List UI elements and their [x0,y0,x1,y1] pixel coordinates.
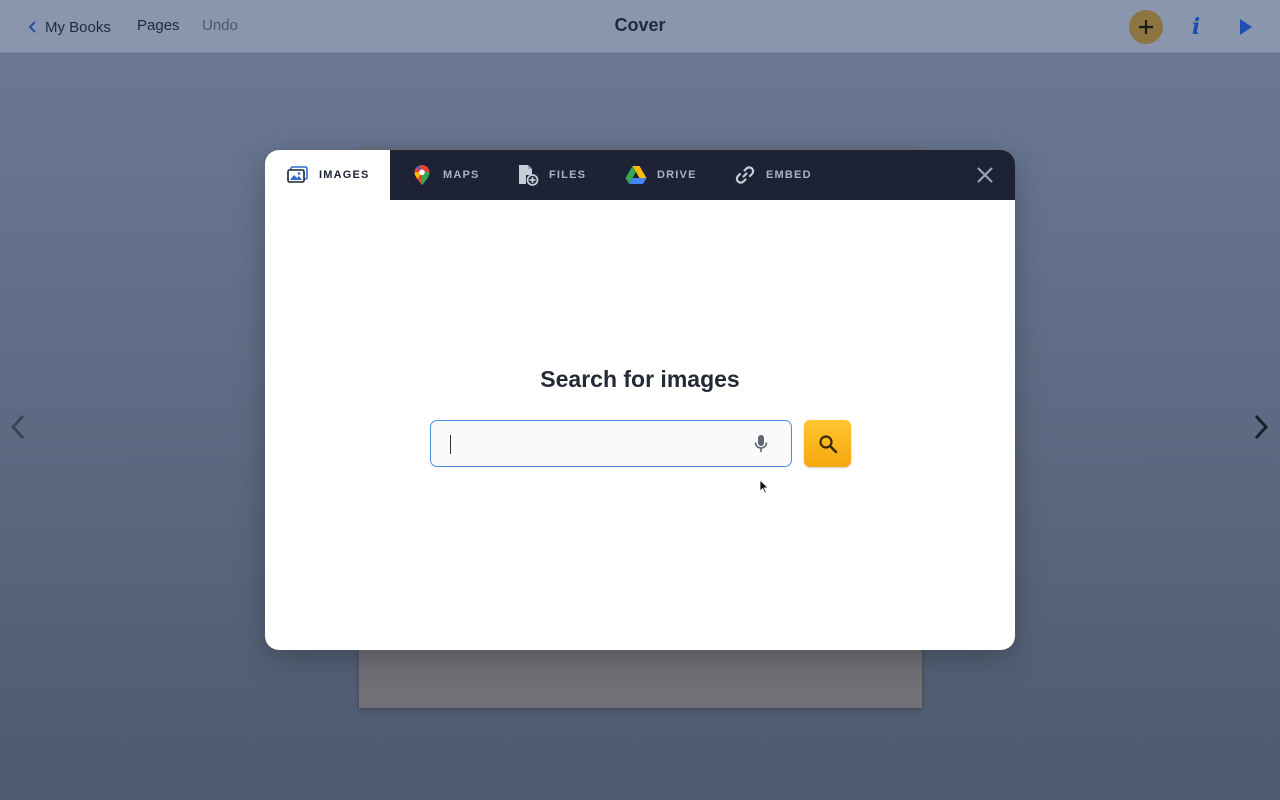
google-drive-icon [625,164,647,186]
file-add-icon [517,164,539,186]
search-heading: Search for images [540,366,740,392]
image-search-field[interactable] [430,420,792,467]
text-caret [450,435,451,454]
play-icon[interactable] [1238,17,1254,37]
back-to-my-books-link[interactable]: My Books [28,17,111,37]
image-icon [287,164,309,186]
tab-images-label: IMAGES [319,169,370,181]
close-icon[interactable] [973,163,997,187]
tab-maps[interactable]: MAPS [411,150,480,200]
image-search-input[interactable] [445,429,735,457]
tab-drive[interactable]: DRIVE [625,150,697,200]
tab-images[interactable]: IMAGES [265,150,390,200]
previous-page-arrow-icon[interactable] [8,412,30,442]
tab-files[interactable]: FILES [517,150,586,200]
microphone-icon[interactable] [753,434,769,454]
back-label: My Books [45,18,111,36]
mouse-pointer-icon [759,479,769,494]
link-icon [734,164,756,186]
pages-link[interactable]: Pages [137,17,180,34]
info-button[interactable]: i [1186,12,1206,42]
insert-media-dialog: IMAGES MAPS FILES DRIVE EMBED Search for… [265,150,1015,650]
next-page-arrow-icon[interactable] [1250,412,1272,442]
tab-embed-label: EMBED [766,169,812,181]
page-title: Cover [614,15,666,35]
search-icon [818,434,837,453]
add-button[interactable] [1129,10,1163,44]
map-pin-icon [411,164,433,186]
chevron-left-icon [28,21,36,33]
tab-maps-label: MAPS [443,169,480,181]
plus-icon [1139,20,1153,34]
media-tab-bar: IMAGES MAPS FILES DRIVE EMBED [265,150,1015,200]
top-bar: My Books Pages Undo Cover i [0,0,1280,53]
tab-embed[interactable]: EMBED [734,150,812,200]
undo-button[interactable]: Undo [202,17,238,34]
tab-files-label: FILES [549,169,587,181]
search-button[interactable] [804,420,851,467]
tab-drive-label: DRIVE [657,169,697,181]
